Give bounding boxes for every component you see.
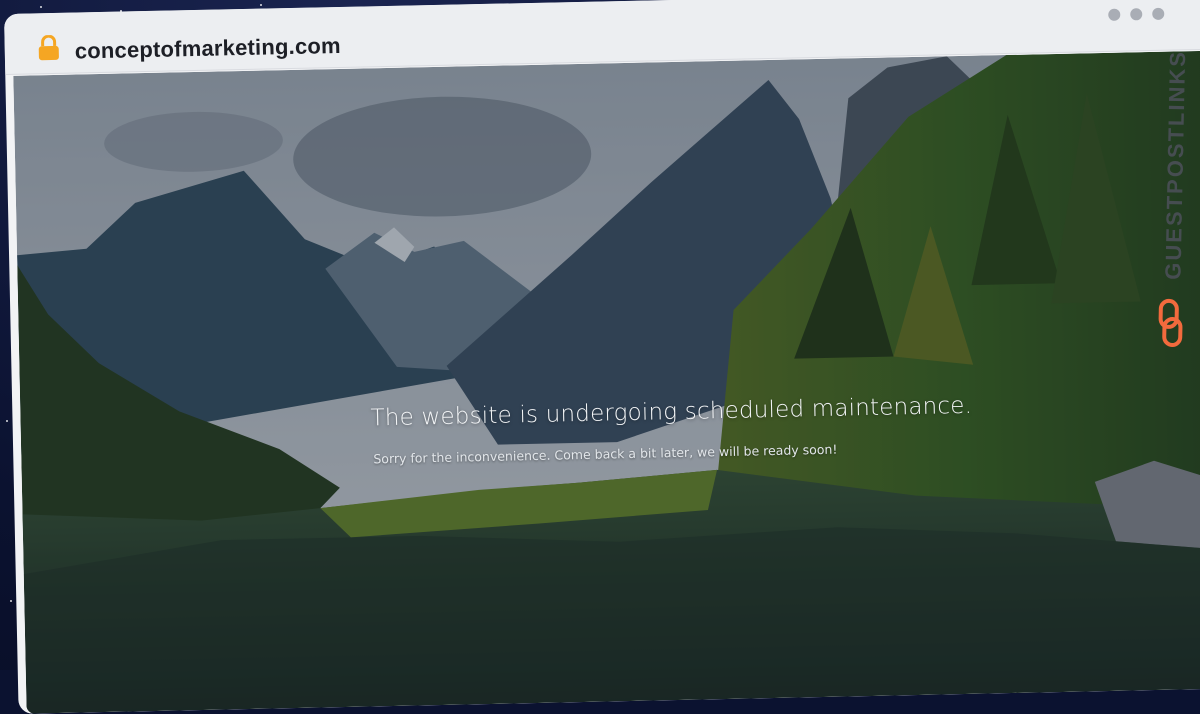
star [10,600,12,602]
guestpostlinks-watermark: GUESTPOSTLINKS [1153,50,1195,361]
star [260,4,262,6]
window-dot-icon[interactable] [1152,7,1165,20]
star [6,420,8,422]
window-dot-icon[interactable] [1108,8,1121,21]
dark-overlay [13,50,1200,714]
browser-window: conceptofmarketing.com The website is un… [4,0,1200,714]
chain-link-icon [1158,298,1183,347]
watermark-text: GUESTPOSTLINKS [1160,49,1191,280]
address-bar-url[interactable]: conceptofmarketing.com [75,33,342,65]
star [40,6,42,8]
window-controls [1108,7,1165,21]
window-dot-icon[interactable] [1130,8,1143,21]
lock-icon [38,34,59,61]
page-viewport: The website is undergoing scheduled main… [13,50,1200,714]
